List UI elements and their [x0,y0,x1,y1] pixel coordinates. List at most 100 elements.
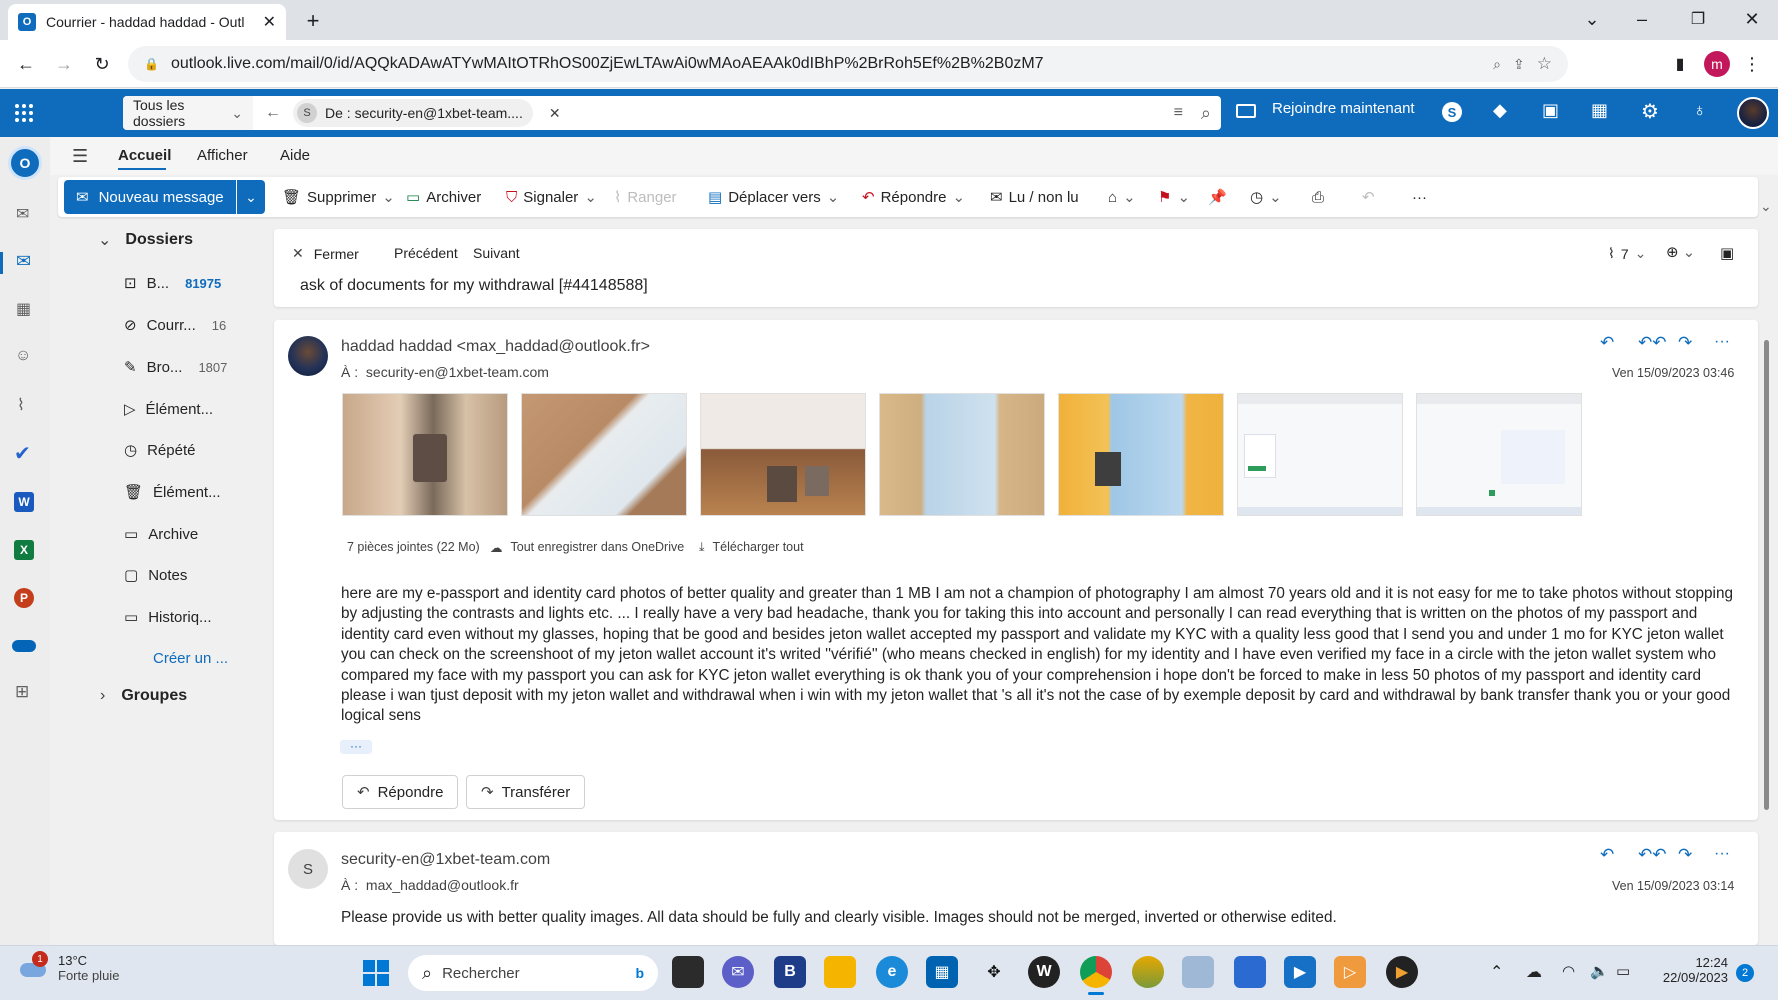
colorful-app-icon[interactable] [1132,956,1164,988]
video-app-icon[interactable]: ▶ [1284,956,1316,988]
file-explorer-icon[interactable] [824,956,856,988]
app-launcher-icon[interactable] [14,103,34,123]
tag-button[interactable]: ⌂ ⌄ [1108,177,1136,217]
show-quoted-button[interactable]: ··· [340,740,372,754]
scrollbar-thumb[interactable] [1764,340,1769,810]
search-box[interactable]: Tous les dossiers ⌄ ← S De : security-en… [123,96,1221,130]
new-message-button[interactable]: ✉ Nouveau message [64,180,236,214]
windows-start-icon[interactable] [363,960,389,986]
office-icon[interactable]: ▣ [1542,100,1559,121]
clock-widget[interactable]: 12:24 22/09/2023 [1656,955,1728,985]
volume-icon[interactable]: 🔈 [1590,962,1609,980]
move-to-button[interactable]: ▤ Déplacer vers ⌄ [708,177,839,217]
folder-inbox[interactable]: ⊡ B... 81975 [124,265,221,301]
forward-icon[interactable]: ↷ [1678,333,1692,353]
attachment-thumbnail[interactable] [700,393,866,516]
side-panel-icon[interactable]: ▮ [1666,50,1694,78]
save-onedrive-button[interactable]: ☁ Tout enregistrer dans OneDrive [490,540,684,555]
onedrive-icon[interactable] [12,640,36,652]
attachment-thumbnail[interactable] [342,393,508,516]
tab-home[interactable]: Accueil [118,147,171,164]
outlook-app-icon[interactable]: O [8,146,42,180]
word-icon[interactable]: W [14,492,34,512]
send-mail-icon[interactable]: ✉ [16,204,29,224]
more-apps-icon[interactable]: ⊞ [15,682,29,702]
w-app-icon[interactable]: W [1028,956,1060,988]
folder-archive[interactable]: ▭ Archive [124,516,198,552]
attachment-thumbnail[interactable] [1237,393,1403,516]
skype-icon[interactable]: S [1442,102,1462,122]
people-icon[interactable]: ☺ [15,347,31,365]
remove-chip-icon[interactable]: ✕ [549,105,561,122]
b-app-icon[interactable]: B [774,956,806,988]
search-icon[interactable]: ⌕ [1201,103,1211,124]
powerpoint-icon[interactable]: P [14,588,34,608]
create-folder-link[interactable]: Créer un ... [153,650,228,667]
todo-check-icon[interactable]: ✔ [14,441,31,466]
forward-inline-button[interactable]: ↷ Transférer [466,775,586,809]
pin-button[interactable]: 📌 [1208,177,1227,217]
close-window-icon[interactable]: ✕ [1740,6,1764,32]
address-bar[interactable]: 🔒 outlook.live.com/mail/0/id/AQQkADAwATY… [128,46,1568,82]
join-now-button[interactable]: Rejoindre maintenant [1272,100,1415,117]
tab-help[interactable]: Aide [280,147,310,164]
reply-button[interactable]: ↶ Répondre ⌄ [862,177,965,217]
tab-search-chevron-icon[interactable]: ⌄ [1580,6,1604,32]
profile-avatar[interactable]: m [1704,51,1730,77]
video-call-icon[interactable] [1236,104,1256,118]
folder-notes[interactable]: ▢ Notes [124,557,187,593]
attachments-count[interactable]: ⌇ 7 ⌄ [1608,245,1646,262]
taskbar-search[interactable]: ⌕ Rechercher b [408,955,658,991]
maximize-icon[interactable]: ❐ [1686,6,1710,32]
flag-button[interactable]: ⚑ ⌄ [1158,177,1190,217]
folder-scheduled[interactable]: ◷ Répété [124,432,195,468]
folder-junk[interactable]: ⊘ Courr... 16 [124,307,226,343]
edge-icon[interactable]: e [876,956,908,988]
bookmark-star-icon[interactable]: ☆ [1537,54,1552,74]
attachment-thumbnail[interactable] [1416,393,1582,516]
forward-icon[interactable]: → [50,50,78,78]
filter-icon[interactable]: ≡ [1174,104,1183,122]
search-back-icon[interactable]: ← [265,104,281,122]
mail-icon[interactable]: ✉ [16,251,31,272]
tips-lightbulb-icon[interactable]: ♁ [1693,100,1707,121]
more-options-icon[interactable]: ··· [1714,845,1730,863]
chrome-icon[interactable] [1080,956,1112,988]
sender-avatar[interactable] [288,336,328,376]
excel-icon[interactable]: X [14,540,34,560]
tab-view[interactable]: Afficher [197,147,248,164]
message-sender[interactable]: haddad haddad <max_haddad@outlook.fr> [341,338,650,356]
folder-history[interactable]: ▭ Historiq... [124,599,212,635]
onedrive-tray-icon[interactable]: ☁ [1526,962,1542,982]
back-icon[interactable]: ← [12,50,40,78]
task-view-icon[interactable] [672,956,704,988]
notification-badge[interactable]: 2 [1736,964,1754,982]
my-day-icon[interactable]: ▦ [1591,100,1608,121]
close-tab-icon[interactable]: ✕ [263,12,276,32]
play-app-icon[interactable]: ▶ [1386,956,1418,988]
attachment-thumbnail[interactable] [1058,393,1224,516]
delete-button[interactable]: 🗑 Supprimer ⌄ [282,177,395,217]
more-options-icon[interactable]: ··· [1714,333,1730,351]
report-button[interactable]: ⛉ Signaler ⌄ [506,177,597,217]
new-message-dropdown[interactable]: ⌄ [237,180,265,214]
user-avatar[interactable] [1737,97,1769,129]
message-sender[interactable]: security-en@1xbet-team.com [341,851,550,869]
teams-chat-icon[interactable]: ✉ [722,956,754,988]
calendar-icon[interactable]: ▦ [16,299,31,319]
close-reading-button[interactable]: ✕ Fermer [292,245,359,262]
reply-icon[interactable]: ↶ [1600,333,1614,353]
open-in-window-icon[interactable]: ▣ [1720,244,1734,262]
archive-button[interactable]: ▭ Archiver [406,177,481,217]
tray-chevron-up-icon[interactable]: ⌃ [1490,962,1503,982]
photo-app-icon[interactable] [1182,956,1214,988]
search-scope-dropdown[interactable]: Tous les dossiers ⌄ [123,96,253,130]
store-icon[interactable]: ▦ [926,956,958,988]
undo-button[interactable]: ↶ [1362,177,1375,217]
reply-inline-button[interactable]: ↶ Répondre [342,775,459,809]
premium-diamond-icon[interactable]: ◆ [1493,100,1507,121]
dropbox-icon[interactable]: ✥ [978,956,1010,988]
snooze-button[interactable]: ◷ ⌄ [1250,177,1282,217]
folder-deleted[interactable]: 🗑 Élément... [124,474,221,510]
minimize-icon[interactable]: – [1630,6,1654,32]
